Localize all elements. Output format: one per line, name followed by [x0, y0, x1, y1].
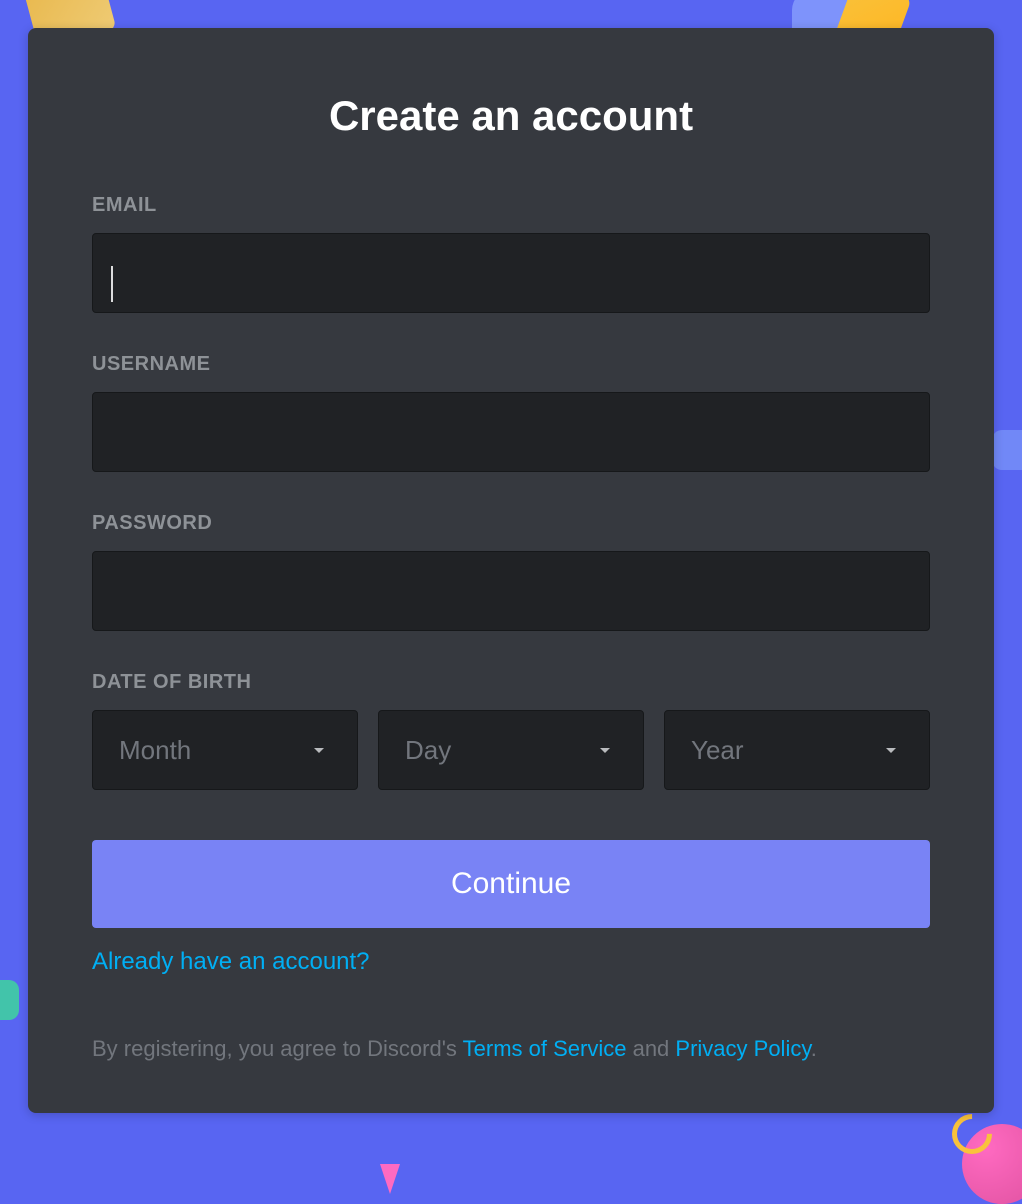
page-title: Create an account — [92, 92, 930, 140]
password-group: PASSWORD — [92, 512, 930, 631]
chevron-down-icon — [307, 738, 331, 762]
bg-decoration — [380, 1164, 400, 1194]
bg-decoration — [992, 430, 1022, 470]
bg-decoration — [0, 980, 19, 1020]
continue-button[interactable]: Continue — [92, 840, 930, 928]
email-group: EMAIL — [92, 194, 930, 313]
register-card: Create an account EMAIL USERNAME PASSWOR… — [28, 28, 994, 1113]
tos-link[interactable]: Terms of Service — [463, 1036, 627, 1061]
email-label: EMAIL — [92, 194, 930, 217]
username-label: USERNAME — [92, 353, 930, 376]
privacy-link[interactable]: Privacy Policy — [675, 1036, 810, 1061]
password-field[interactable] — [92, 551, 930, 631]
terms-middle: and — [626, 1036, 675, 1061]
username-group: USERNAME — [92, 353, 930, 472]
dob-day-select[interactable]: Day — [378, 710, 644, 790]
dob-row: Month Day Year — [92, 710, 930, 790]
dob-year-select[interactable]: Year — [664, 710, 930, 790]
text-cursor — [111, 266, 113, 302]
chevron-down-icon — [879, 738, 903, 762]
username-field[interactable] — [92, 392, 930, 472]
email-field[interactable] — [92, 233, 930, 313]
dob-month-select[interactable]: Month — [92, 710, 358, 790]
terms-text: By registering, you agree to Discord's T… — [92, 1032, 930, 1065]
dob-month-placeholder: Month — [119, 735, 191, 766]
terms-suffix: . — [811, 1036, 817, 1061]
password-label: PASSWORD — [92, 512, 930, 535]
dob-day-placeholder: Day — [405, 735, 451, 766]
dob-year-placeholder: Year — [691, 735, 744, 766]
dob-label: DATE OF BIRTH — [92, 671, 930, 694]
chevron-down-icon — [593, 738, 617, 762]
terms-prefix: By registering, you agree to Discord's — [92, 1036, 463, 1061]
login-link[interactable]: Already have an account? — [92, 948, 370, 976]
dob-group: DATE OF BIRTH Month Day Year — [92, 671, 930, 790]
